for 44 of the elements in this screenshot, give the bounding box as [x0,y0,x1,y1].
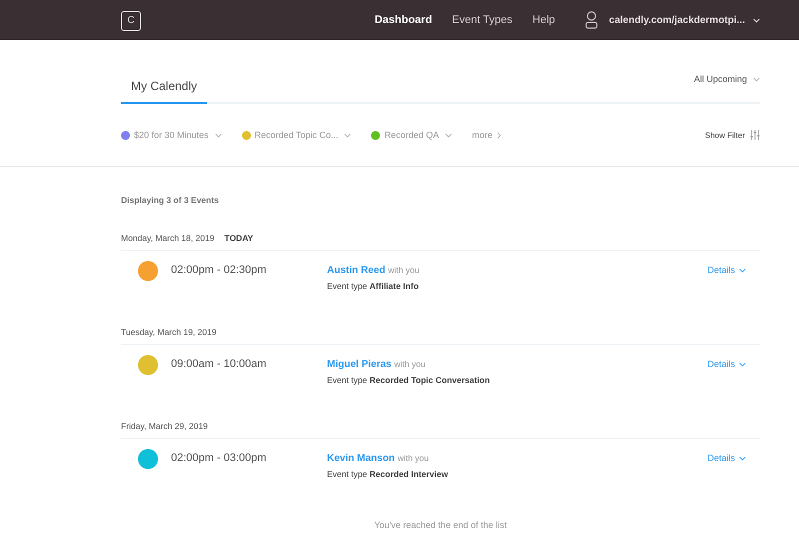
event-time: 02:00pm - 02:30pm [171,264,268,276]
end-of-list-note: You've reached the end of the list [373,520,508,530]
invitee-link[interactable]: Austin Reed [327,265,386,276]
chevron-down-icon[interactable] [753,18,760,22]
invitee-link[interactable]: Miguel Pieras [327,359,392,370]
show-filter-button[interactable]: Show Filter [704,130,760,140]
range-dropdown[interactable]: All Upcoming [694,74,760,84]
invitee-note: with you [388,265,420,275]
event-time: 02:00pm - 03:00pm [171,452,268,464]
user-icon[interactable] [585,11,598,29]
chevron-down-icon [214,132,222,138]
more-link[interactable]: more [472,130,502,140]
chevron-down-icon [739,456,746,460]
nav-link[interactable]: Dashboard [374,14,432,26]
date-heading: Monday, March 18, 2019 [121,233,214,243]
today-label: TODAY [224,233,254,243]
details-link[interactable]: Details [707,265,746,275]
sliders-icon [750,130,760,140]
date-heading: Friday, March 29, 2019 [121,421,208,431]
details-link[interactable]: Details [707,453,746,463]
event-type-filter[interactable]: Recorded Topic Co... [242,130,352,140]
chevron-down-icon [753,76,760,82]
chevron-down-icon [344,132,352,138]
invitee-link[interactable]: Kevin Manson [327,453,395,464]
chevron-right-icon [497,132,502,138]
event-type-filter[interactable]: $20 for 30 Minutes [121,130,222,140]
invitee-note: with you [398,453,429,463]
date-heading: Tuesday, March 19, 2019 [121,327,216,337]
tab[interactable]: My Calendly [121,79,208,104]
nav-link[interactable]: Event Types [452,14,512,26]
nav-link[interactable]: Help [532,14,556,26]
calendar-logo-icon[interactable]: C [121,10,141,30]
details-link[interactable]: Details [707,359,746,369]
event-type-filter[interactable]: Recorded QA [371,130,452,140]
event-time: 09:00am - 10:00am [171,358,268,370]
event-type-text: Event type Affiliate Info [327,281,420,291]
chevron-down-icon [444,132,452,138]
invitee-note: with you [394,359,426,369]
chevron-down-icon [739,362,746,366]
event-type-text: Event type Recorded Topic Conversation [327,375,491,385]
events-count: Displaying 3 of 3 Events [121,195,220,205]
account-menu[interactable]: calendly.com/jackdermotpi... [609,14,745,26]
event-type-text: Event type Recorded Interview [327,469,449,479]
chevron-down-icon [739,268,746,272]
